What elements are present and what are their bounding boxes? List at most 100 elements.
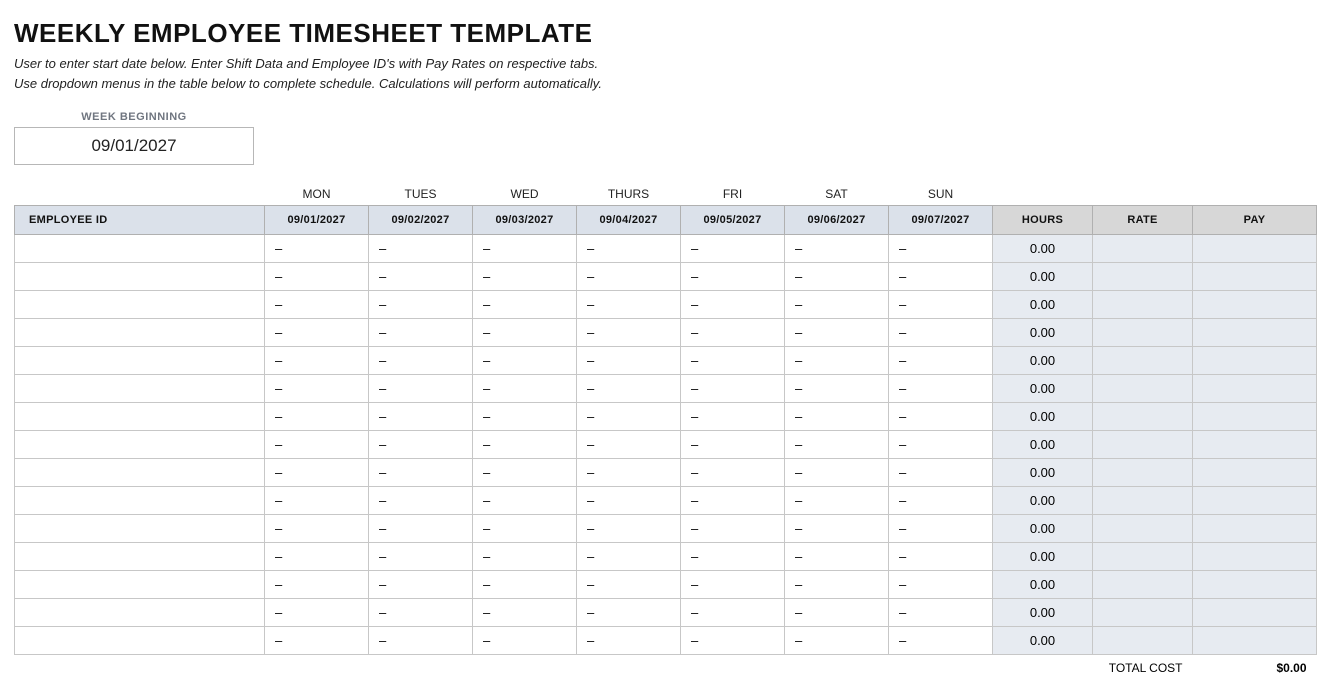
employee-id-cell[interactable] <box>15 235 265 263</box>
shift-cell[interactable]: – <box>785 263 889 291</box>
shift-cell[interactable]: – <box>681 627 785 655</box>
shift-cell[interactable]: – <box>369 487 473 515</box>
shift-cell[interactable]: – <box>785 319 889 347</box>
shift-cell[interactable]: – <box>369 515 473 543</box>
shift-cell[interactable]: – <box>369 291 473 319</box>
shift-cell[interactable]: – <box>889 459 993 487</box>
employee-id-cell[interactable] <box>15 487 265 515</box>
shift-cell[interactable]: – <box>369 627 473 655</box>
shift-cell[interactable]: – <box>785 375 889 403</box>
shift-cell[interactable]: – <box>681 375 785 403</box>
employee-id-cell[interactable] <box>15 543 265 571</box>
shift-cell[interactable]: – <box>473 263 577 291</box>
shift-cell[interactable]: – <box>369 375 473 403</box>
shift-cell[interactable]: – <box>577 319 681 347</box>
shift-cell[interactable]: – <box>785 431 889 459</box>
shift-cell[interactable]: – <box>265 235 369 263</box>
shift-cell[interactable]: – <box>265 319 369 347</box>
shift-cell[interactable]: – <box>577 403 681 431</box>
shift-cell[interactable]: – <box>889 319 993 347</box>
shift-cell[interactable]: – <box>265 263 369 291</box>
shift-cell[interactable]: – <box>681 263 785 291</box>
shift-cell[interactable]: – <box>473 235 577 263</box>
employee-id-cell[interactable] <box>15 263 265 291</box>
shift-cell[interactable]: – <box>681 319 785 347</box>
shift-cell[interactable]: – <box>473 571 577 599</box>
shift-cell[interactable]: – <box>889 515 993 543</box>
shift-cell[interactable]: – <box>265 459 369 487</box>
shift-cell[interactable]: – <box>681 235 785 263</box>
shift-cell[interactable]: – <box>577 543 681 571</box>
employee-id-cell[interactable] <box>15 627 265 655</box>
shift-cell[interactable]: – <box>577 515 681 543</box>
shift-cell[interactable]: – <box>577 599 681 627</box>
shift-cell[interactable]: – <box>473 291 577 319</box>
shift-cell[interactable]: – <box>785 347 889 375</box>
shift-cell[interactable]: – <box>369 599 473 627</box>
shift-cell[interactable]: – <box>473 459 577 487</box>
shift-cell[interactable]: – <box>889 375 993 403</box>
shift-cell[interactable]: – <box>889 347 993 375</box>
shift-cell[interactable]: – <box>785 599 889 627</box>
shift-cell[interactable]: – <box>681 291 785 319</box>
shift-cell[interactable]: – <box>785 627 889 655</box>
shift-cell[interactable]: – <box>681 571 785 599</box>
shift-cell[interactable]: – <box>265 627 369 655</box>
employee-id-cell[interactable] <box>15 459 265 487</box>
shift-cell[interactable]: – <box>577 375 681 403</box>
shift-cell[interactable]: – <box>681 515 785 543</box>
shift-cell[interactable]: – <box>681 487 785 515</box>
shift-cell[interactable]: – <box>369 543 473 571</box>
shift-cell[interactable]: – <box>265 291 369 319</box>
employee-id-cell[interactable] <box>15 571 265 599</box>
shift-cell[interactable]: – <box>473 403 577 431</box>
shift-cell[interactable]: – <box>265 515 369 543</box>
shift-cell[interactable]: – <box>473 431 577 459</box>
employee-id-cell[interactable] <box>15 431 265 459</box>
shift-cell[interactable]: – <box>369 571 473 599</box>
shift-cell[interactable]: – <box>785 403 889 431</box>
shift-cell[interactable]: – <box>265 599 369 627</box>
shift-cell[interactable]: – <box>889 599 993 627</box>
shift-cell[interactable]: – <box>265 347 369 375</box>
shift-cell[interactable]: – <box>889 431 993 459</box>
shift-cell[interactable]: – <box>473 347 577 375</box>
shift-cell[interactable]: – <box>681 431 785 459</box>
shift-cell[interactable]: – <box>681 459 785 487</box>
shift-cell[interactable]: – <box>889 403 993 431</box>
shift-cell[interactable]: – <box>889 291 993 319</box>
shift-cell[interactable]: – <box>369 347 473 375</box>
shift-cell[interactable]: – <box>889 235 993 263</box>
shift-cell[interactable]: – <box>265 543 369 571</box>
shift-cell[interactable]: – <box>577 571 681 599</box>
shift-cell[interactable]: – <box>577 431 681 459</box>
shift-cell[interactable]: – <box>473 319 577 347</box>
shift-cell[interactable]: – <box>473 543 577 571</box>
employee-id-cell[interactable] <box>15 347 265 375</box>
shift-cell[interactable]: – <box>681 347 785 375</box>
shift-cell[interactable]: – <box>785 459 889 487</box>
shift-cell[interactable]: – <box>785 487 889 515</box>
employee-id-cell[interactable] <box>15 403 265 431</box>
shift-cell[interactable]: – <box>785 571 889 599</box>
employee-id-cell[interactable] <box>15 291 265 319</box>
shift-cell[interactable]: – <box>889 543 993 571</box>
shift-cell[interactable]: – <box>473 627 577 655</box>
shift-cell[interactable]: – <box>473 599 577 627</box>
shift-cell[interactable]: – <box>369 319 473 347</box>
shift-cell[interactable]: – <box>577 291 681 319</box>
shift-cell[interactable]: – <box>577 487 681 515</box>
shift-cell[interactable]: – <box>473 515 577 543</box>
shift-cell[interactable]: – <box>265 571 369 599</box>
shift-cell[interactable]: – <box>265 403 369 431</box>
shift-cell[interactable]: – <box>369 263 473 291</box>
shift-cell[interactable]: – <box>681 403 785 431</box>
shift-cell[interactable]: – <box>369 235 473 263</box>
week-beginning-input[interactable]: 09/01/2027 <box>14 127 254 165</box>
employee-id-cell[interactable] <box>15 319 265 347</box>
shift-cell[interactable]: – <box>785 543 889 571</box>
shift-cell[interactable]: – <box>577 263 681 291</box>
shift-cell[interactable]: – <box>889 487 993 515</box>
shift-cell[interactable]: – <box>889 263 993 291</box>
shift-cell[interactable]: – <box>265 487 369 515</box>
